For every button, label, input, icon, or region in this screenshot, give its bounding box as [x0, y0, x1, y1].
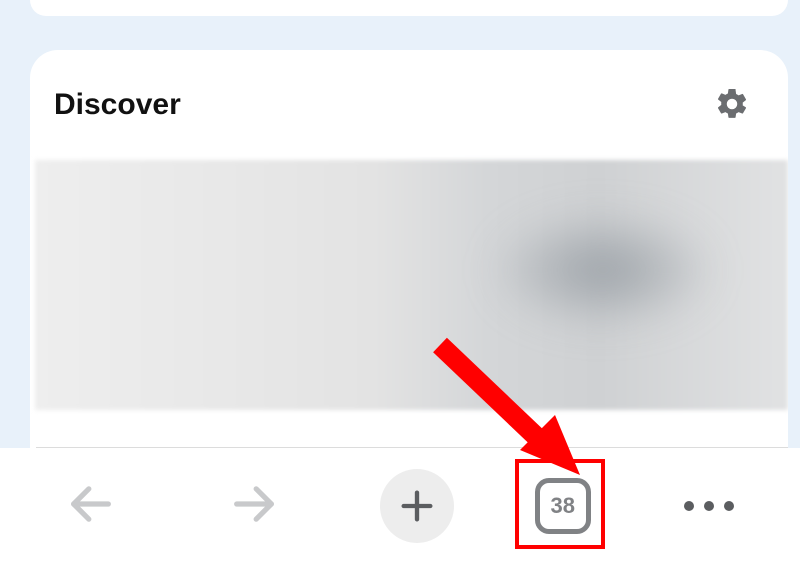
discover-header: Discover [30, 50, 788, 160]
arrow-right-icon [228, 478, 280, 533]
tabs-button[interactable]: 38 [535, 478, 591, 534]
back-button[interactable] [46, 461, 136, 551]
discover-title: Discover [54, 88, 181, 122]
plus-circle-icon [380, 469, 454, 543]
bottom-toolbar: 38 [0, 448, 800, 563]
discover-card: Discover [30, 50, 788, 448]
gear-icon [714, 86, 750, 125]
discover-content-blur [488, 210, 718, 330]
page-root: Discover [0, 0, 800, 563]
tab-count-label: 38 [551, 493, 575, 519]
previous-card-bottom [30, 0, 788, 16]
discover-settings-button[interactable] [710, 83, 754, 127]
new-tab-button[interactable] [372, 461, 462, 551]
more-icon [684, 501, 734, 511]
arrow-left-icon [65, 478, 117, 533]
menu-button[interactable] [664, 461, 754, 551]
forward-button[interactable] [209, 461, 299, 551]
